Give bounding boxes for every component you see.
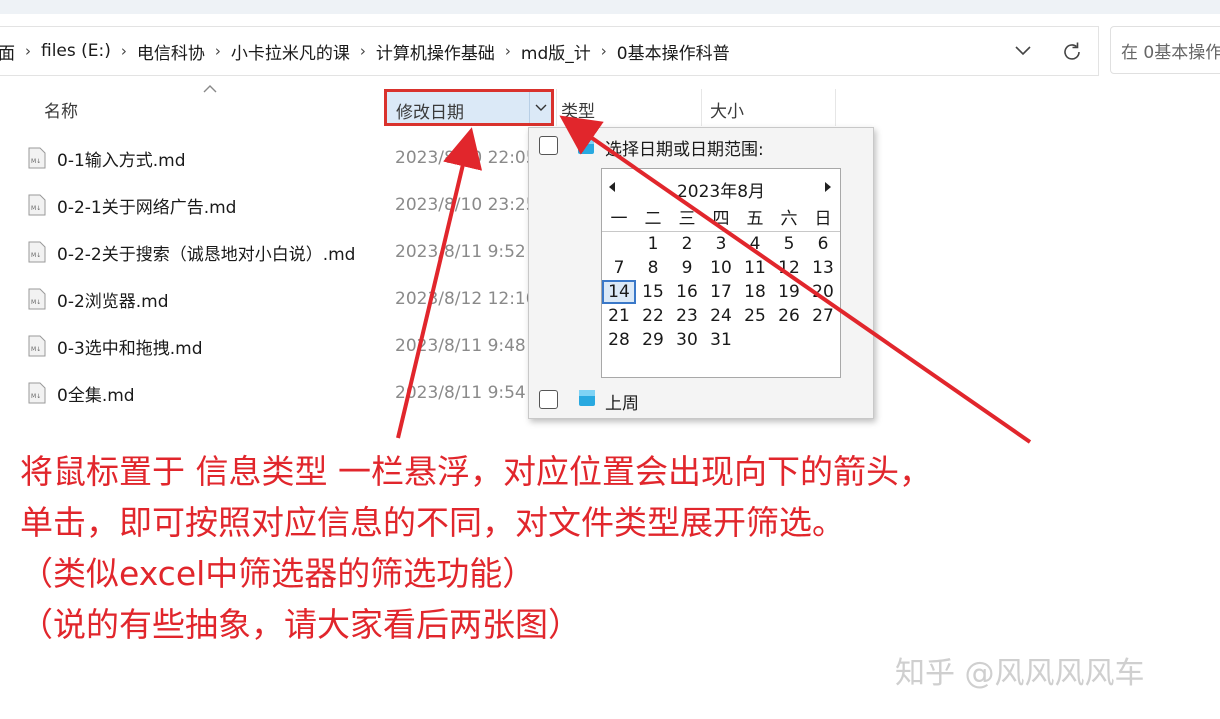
annotation-line: 单击，即可按照对应信息的不同，对文件类型展开筛选。 xyxy=(20,503,845,542)
arrow-to-dropdown xyxy=(559,115,1032,444)
arrow-to-header xyxy=(396,127,483,439)
annotation-line: 将鼠标置于 信息类型 一栏悬浮，对应位置会出现向下的箭头， xyxy=(20,452,932,491)
watermark: 知乎 @风风风风车 xyxy=(895,656,1145,691)
annotation-line: （类似excel中筛选器的筛选功能） xyxy=(20,554,536,593)
annotation-line: （说的有些抽象，请大家看后两张图） xyxy=(20,605,581,644)
annotation-text: 将鼠标置于 信息类型 一栏悬浮，对应位置会出现向下的箭头， 单击，即可按照对应信… xyxy=(20,446,932,650)
